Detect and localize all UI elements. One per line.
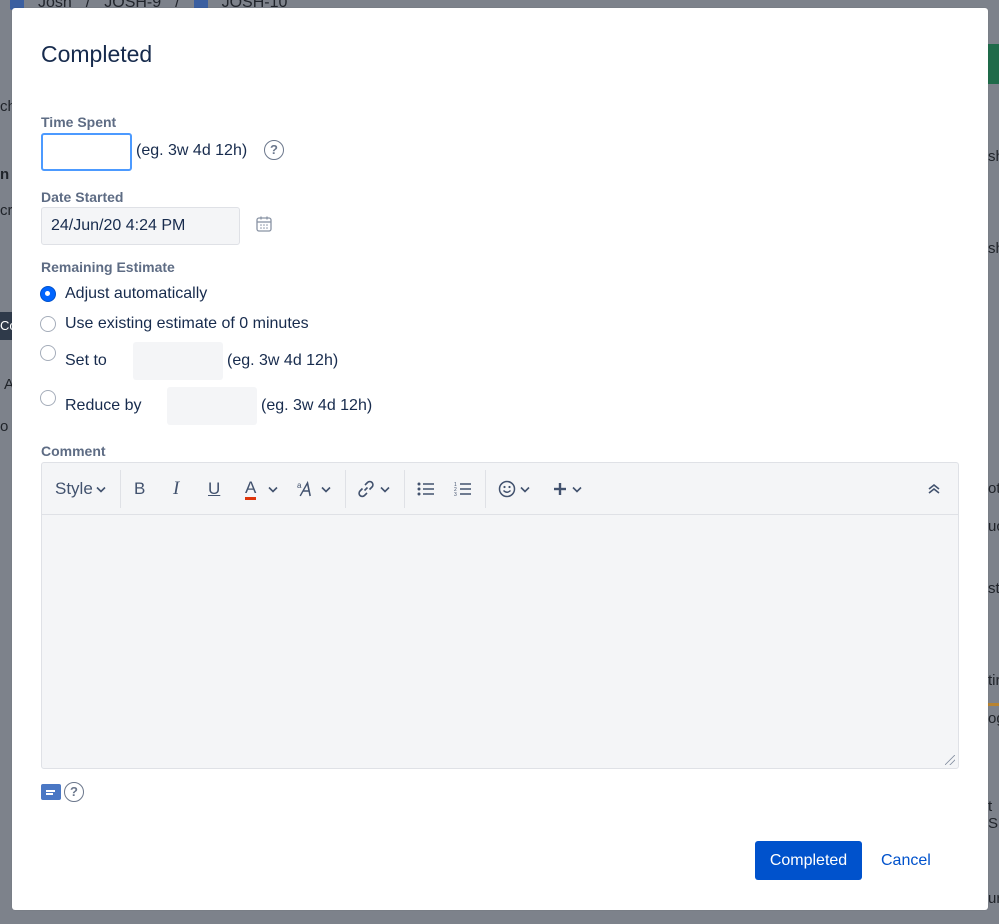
text-effects-icon: a [297,480,311,497]
radio-use-existing-estimate[interactable]: Use existing estimate of 0 minutes [40,315,309,333]
radio-set-to[interactable] [40,345,56,361]
plus-icon [554,483,566,495]
link-button[interactable] [356,463,390,515]
radio-reduce-by[interactable] [40,390,56,406]
chevron-down-icon [268,486,278,493]
radio-button[interactable] [40,286,56,302]
background-text-fragment: sti [988,580,999,597]
background-text-fragment: og [988,710,999,727]
background-text-fragment: sh [988,148,999,165]
emoji-button[interactable] [498,463,530,515]
comment-textarea[interactable] [42,515,958,768]
double-chevron-up-icon [928,483,940,494]
background-text-fragment: ur [988,890,999,907]
toolbar-divider [404,470,405,508]
radio-label: Use existing estimate of 0 minutes [65,315,309,332]
time-spent-hint: (eg. 3w 4d 12h) [136,142,248,159]
set-to-input[interactable] [133,342,223,380]
wiki-markup-icon[interactable] [41,784,61,800]
chevron-down-icon [380,486,390,493]
svg-text:3: 3 [454,492,457,497]
background-text-fragment: n [0,166,10,183]
completed-button[interactable]: Completed [755,841,862,880]
chevron-down-icon [520,486,530,493]
background-tab: Co [0,312,17,340]
insert-more-button[interactable] [552,463,582,515]
radio-label: Set to [65,352,107,369]
help-icon[interactable]: ? [264,140,284,160]
date-started-input[interactable] [41,207,240,245]
log-work-dialog: Completed Time Spent (eg. 3w 4d 12h) ? D… [12,8,988,910]
radio-label: Reduce by [65,397,142,414]
emoji-icon [498,480,516,498]
resize-handle[interactable] [945,755,955,765]
collapse-toolbar-button[interactable] [927,463,941,515]
radio-adjust-automatically[interactable]: Adjust automatically [40,285,207,303]
comment-label: Comment [41,443,106,459]
set-to-hint: (eg. 3w 4d 12h) [227,352,339,369]
background-action-button [988,44,999,84]
background-text-fragment: t S [988,798,999,832]
link-icon [358,480,374,498]
chevron-down-icon [96,486,106,493]
editor-toolbar: Style B I U A a 1 2 3 [42,463,958,515]
reduce-by-input[interactable] [167,387,257,425]
time-spent-input[interactable] [41,133,132,171]
italic-icon: I [173,478,180,499]
dialog-title: Completed [41,41,153,67]
toolbar-divider [485,470,486,508]
bold-button[interactable]: B [134,463,145,515]
bullet-list-button[interactable] [417,463,435,515]
numbered-list-icon: 1 2 3 [454,482,471,497]
toolbar-divider [120,470,121,508]
radio-button[interactable] [40,345,56,361]
text-style-label: Style [55,479,93,498]
text-effects-button[interactable]: a [297,463,331,515]
italic-button[interactable]: I [173,463,179,515]
chevron-down-icon [321,486,331,493]
background-progress-line [988,703,999,706]
help-icon[interactable]: ? [64,782,84,802]
radio-button[interactable] [40,316,56,332]
cancel-button[interactable]: Cancel [881,841,931,880]
text-color-button[interactable]: A [245,463,278,515]
toolbar-divider [345,470,346,508]
date-started-label: Date Started [41,189,124,205]
background-text-fragment: uc [988,518,999,535]
underline-icon: U [208,479,221,498]
radio-label: Adjust automatically [65,285,208,302]
remaining-estimate-label: Remaining Estimate [41,259,175,275]
bullet-list-icon [417,482,434,496]
svg-text:a: a [297,481,302,490]
bold-icon: B [134,479,146,498]
background-text-fragment: tir [988,672,999,689]
calendar-icon[interactable] [255,215,273,233]
radio-button[interactable] [40,390,56,406]
text-style-dropdown[interactable]: Style [55,463,106,515]
chevron-down-icon [572,486,582,493]
comment-editor: Style B I U A a 1 2 3 [41,462,959,769]
text-color-icon: A [245,478,257,500]
reduce-by-hint: (eg. 3w 4d 12h) [261,397,373,414]
underline-button[interactable]: U [208,463,220,515]
time-spent-label: Time Spent [41,114,117,130]
background-text-fragment: ot [988,480,999,497]
background-text-fragment: sh [988,240,999,257]
numbered-list-button[interactable]: 1 2 3 [454,463,472,515]
